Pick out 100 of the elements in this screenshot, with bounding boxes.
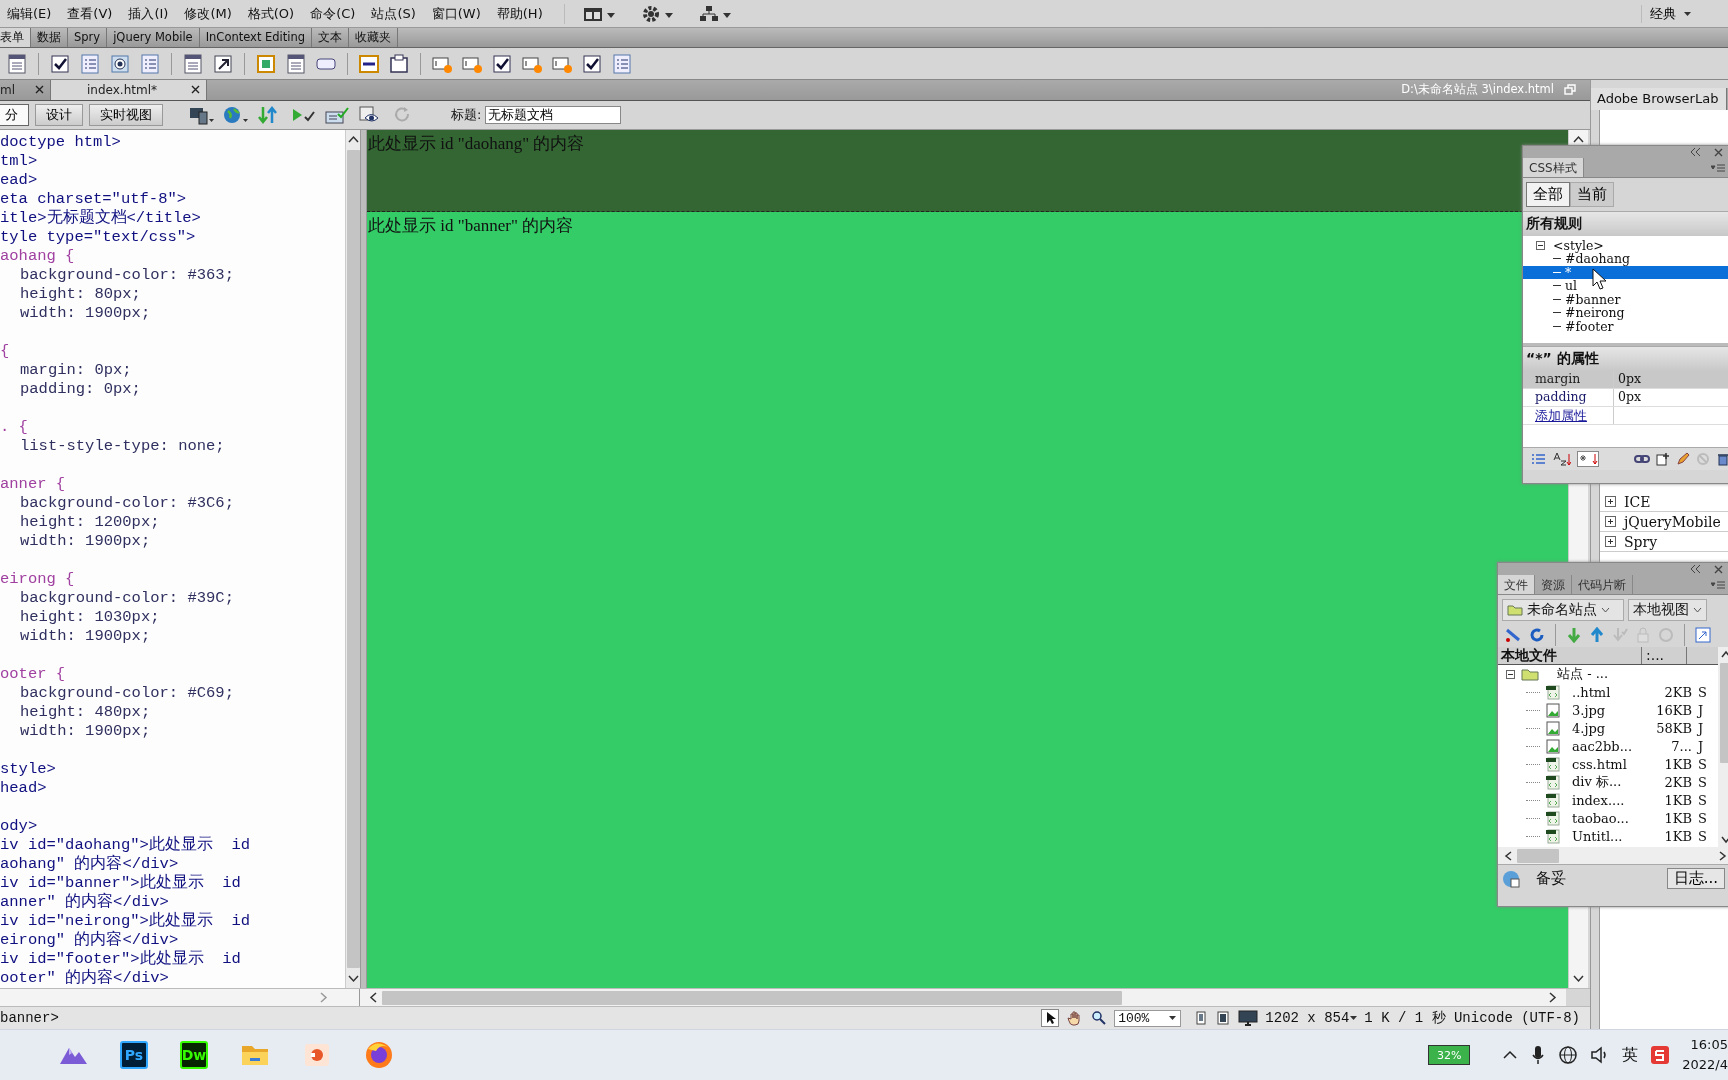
menu-item[interactable]: 帮助(H) bbox=[491, 4, 550, 23]
zoom-icon[interactable] bbox=[1091, 1010, 1108, 1026]
arrow-down-icon[interactable] bbox=[1719, 835, 1728, 845]
connect-icon[interactable] bbox=[1504, 627, 1522, 643]
code-editor[interactable] bbox=[0, 129, 345, 989]
rule-item[interactable]: #banner bbox=[1523, 292, 1728, 306]
tag-selector[interactable]: banner> bbox=[0, 1010, 59, 1026]
collapse-box-icon[interactable] bbox=[1536, 240, 1545, 250]
view-button[interactable]: 设计 bbox=[35, 103, 83, 126]
insert-tab[interactable]: InContext Editing bbox=[199, 28, 313, 47]
window-size-icon[interactable] bbox=[1194, 1011, 1209, 1025]
panel-menu-icon[interactable] bbox=[1711, 579, 1725, 590]
monitor-icon[interactable] bbox=[1238, 1010, 1259, 1026]
panel-menu-icon[interactable] bbox=[1711, 162, 1725, 173]
link-icon[interactable] bbox=[1634, 453, 1650, 465]
arrow-left-icon[interactable] bbox=[368, 991, 378, 1005]
arrow-up-icon[interactable] bbox=[1572, 133, 1585, 144]
menu-item[interactable]: 窗口(W) bbox=[426, 4, 488, 23]
chevron-down-icon[interactable] bbox=[1601, 607, 1610, 613]
image-icon[interactable] bbox=[255, 52, 277, 75]
arrow-up-icon[interactable] bbox=[346, 133, 360, 144]
insert-tab[interactable]: 数据 bbox=[31, 28, 68, 47]
insert-tab[interactable]: jQuery Mobile bbox=[107, 28, 200, 47]
refresh-icon[interactable] bbox=[1529, 627, 1545, 643]
scroll-thumb[interactable] bbox=[1719, 663, 1728, 763]
list-icon[interactable] bbox=[611, 52, 633, 75]
panel-tab[interactable]: CSS样式 bbox=[1523, 158, 1584, 177]
scrollbar[interactable] bbox=[360, 989, 1566, 1007]
window-size-icon[interactable] bbox=[1216, 1011, 1231, 1025]
file-name[interactable]: aac2bb... bbox=[1572, 738, 1650, 754]
restore-icon[interactable] bbox=[1564, 84, 1576, 96]
scroll-thumb[interactable] bbox=[382, 990, 1122, 1005]
microphone-icon[interactable] bbox=[1530, 1045, 1547, 1065]
file-name[interactable]: taobao... bbox=[1572, 810, 1650, 826]
site-dropdown[interactable]: 未命名站点 bbox=[1502, 599, 1624, 621]
property-name[interactable]: margin bbox=[1523, 371, 1614, 388]
site-root[interactable]: 站点 - ... bbox=[1557, 665, 1635, 683]
menu-item[interactable]: 查看(V) bbox=[62, 4, 120, 23]
scroll-thumb[interactable] bbox=[1517, 848, 1559, 863]
insert-tab[interactable]: 表单 bbox=[0, 28, 31, 47]
mode-button[interactable]: 全部 bbox=[1526, 182, 1570, 207]
sort-az-icon[interactable] bbox=[1553, 452, 1571, 466]
property-name[interactable]: padding bbox=[1523, 389, 1614, 406]
arrow-down-icon[interactable] bbox=[1572, 974, 1585, 985]
view-button[interactable]: 分 bbox=[0, 103, 29, 126]
expand-icon[interactable] bbox=[1605, 536, 1616, 547]
menu-item[interactable]: 插入(I) bbox=[123, 4, 176, 23]
pencil-icon[interactable] bbox=[1676, 452, 1690, 466]
globe-icon[interactable] bbox=[1558, 1045, 1579, 1065]
file-name[interactable]: Untitl... bbox=[1572, 828, 1650, 844]
collapse-box-icon[interactable] bbox=[1506, 669, 1515, 679]
file-name[interactable]: div 标... bbox=[1572, 773, 1650, 791]
panel-tab[interactable]: 资源 bbox=[1535, 575, 1572, 594]
panel-tab[interactable]: 代码片断 bbox=[1572, 575, 1633, 594]
radio-icon[interactable] bbox=[109, 52, 131, 75]
insert-tab[interactable]: 文本 bbox=[312, 28, 350, 47]
page-icon[interactable] bbox=[182, 52, 204, 75]
caret-icon[interactable] bbox=[1169, 1015, 1178, 1021]
put-arrow-icon[interactable] bbox=[1589, 627, 1605, 643]
arrow-right-icon[interactable] bbox=[1548, 991, 1558, 1005]
tag-library[interactable]: Spry bbox=[1624, 533, 1658, 550]
property-value[interactable]: 0px bbox=[1614, 371, 1728, 388]
view-dropdown[interactable]: 本地视图 bbox=[1628, 599, 1707, 621]
menu-item[interactable]: 修改(M) bbox=[179, 4, 239, 23]
scrollbar[interactable] bbox=[1498, 847, 1728, 864]
insert-tab[interactable]: Spry bbox=[68, 28, 108, 47]
zoom-select[interactable]: 100% bbox=[1114, 1009, 1182, 1027]
page-icon[interactable] bbox=[6, 52, 28, 75]
rule-item[interactable]: #neirong bbox=[1523, 306, 1728, 320]
chevron-down-icon[interactable] bbox=[1693, 607, 1702, 613]
checkbox-icon[interactable] bbox=[49, 52, 71, 75]
app-icon[interactable]: Ps bbox=[120, 1041, 148, 1069]
close-icon[interactable] bbox=[35, 85, 45, 95]
pointer-icon[interactable] bbox=[1041, 1009, 1060, 1027]
clock-date[interactable]: 2022/4 bbox=[1682, 1055, 1728, 1075]
expand-panel-icon[interactable] bbox=[1695, 627, 1711, 643]
checkbox-icon[interactable] bbox=[581, 52, 603, 75]
insert-tab[interactable]: 收藏夹 bbox=[349, 28, 399, 47]
rule-item[interactable]: #daohang bbox=[1523, 252, 1728, 266]
arrow-down-icon[interactable] bbox=[346, 974, 360, 985]
tree-node[interactable]: <style> bbox=[1553, 237, 1604, 253]
panel-tab[interactable]: Adobe BrowserLab bbox=[1591, 88, 1728, 110]
tag-library[interactable]: ICE bbox=[1624, 493, 1651, 510]
input-method[interactable]: 英 bbox=[1622, 1044, 1639, 1066]
list-icon[interactable] bbox=[139, 52, 161, 75]
workspace-switcher[interactable]: 经典 bbox=[1641, 4, 1700, 23]
text-box-icon[interactable] bbox=[358, 52, 380, 75]
close-icon[interactable] bbox=[191, 85, 200, 95]
window-size[interactable]: 1202 x 854 bbox=[1265, 1010, 1350, 1026]
browser-icon[interactable] bbox=[364, 1040, 394, 1070]
tag-library[interactable]: jQueryMobile bbox=[1624, 513, 1721, 530]
frame-icon[interactable] bbox=[388, 52, 410, 75]
file-name[interactable]: 3.jpg bbox=[1572, 702, 1650, 718]
list-icon[interactable] bbox=[1531, 453, 1547, 465]
menu-item[interactable]: 站点(S) bbox=[366, 4, 423, 23]
rule-item[interactable]: ul bbox=[1523, 279, 1728, 293]
app-tray-icon[interactable] bbox=[1650, 1045, 1671, 1065]
list-icon[interactable] bbox=[79, 52, 101, 75]
expand-icon[interactable] bbox=[1605, 516, 1616, 527]
menu-item[interactable]: 命令(C) bbox=[305, 4, 363, 23]
